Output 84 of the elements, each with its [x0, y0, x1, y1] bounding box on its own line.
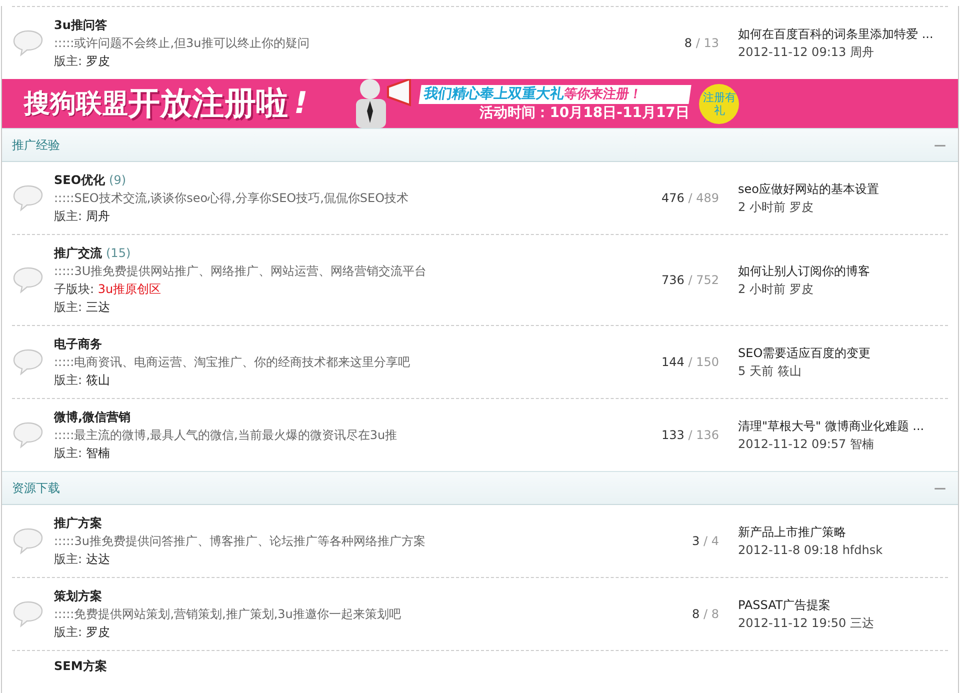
- post-total: 150: [696, 355, 719, 369]
- forum-description: :::::电商资讯、电商运营、淘宝推广、你的经商技术都来这里分享吧: [54, 354, 412, 371]
- moderator-link[interactable]: 周舟: [86, 209, 110, 223]
- speech-bubble-icon: [12, 527, 44, 555]
- forum-description: :::::最主流的微博,最具人气的微信,当前最火爆的微资讯尽在3u推: [54, 427, 398, 444]
- speech-bubble-icon: [12, 600, 44, 628]
- forum-title[interactable]: 推广交流: [54, 246, 102, 260]
- stats-separator: /: [703, 534, 708, 548]
- thread-count: 8: [684, 36, 692, 50]
- moderator-label: 版主:: [54, 209, 82, 223]
- moderator-label: 版主:: [54, 552, 82, 566]
- post-total: 489: [696, 191, 719, 205]
- forum-description: :::::免费提供网站策划,营销策划,推广策划,3u推邀你一起来策划吧: [54, 606, 402, 623]
- forum-title[interactable]: 电子商务: [54, 337, 102, 351]
- subforum-label: 子版块:: [54, 282, 94, 296]
- stats-separator: /: [703, 607, 708, 621]
- thread-count: 736: [661, 273, 684, 287]
- banner-exclamation: !: [294, 86, 308, 121]
- last-post-link[interactable]: 如何在百度百科的词条里添加特爱 ...: [738, 27, 934, 41]
- thread-count: 8: [692, 607, 700, 621]
- banner-headline-big: 开放注册啦: [128, 82, 288, 124]
- thread-count: 476: [661, 191, 684, 205]
- moderator-link[interactable]: 达达: [86, 552, 110, 566]
- forum-description: :::::3u推免费提供问答推广、博客推广、论坛推广等各种网络推广方案: [54, 533, 426, 550]
- moderator-label: 版主:: [54, 300, 82, 314]
- forum-title[interactable]: SEO优化: [54, 173, 106, 187]
- last-post-meta: 2 小时前 罗皮: [738, 281, 814, 298]
- forum-description: :::::或许问题不会终止,但3u推可以终止你的疑问: [54, 35, 310, 52]
- moderator-label: 版主:: [54, 54, 82, 68]
- ad-banner[interactable]: 搜狗联盟开放注册啦 ! 我们精心奉上双重大礼等你来注册！ 活动时间：10月18日-11月17日 注册有礼: [2, 79, 958, 128]
- thread-count: 133: [661, 428, 684, 442]
- last-post-link[interactable]: SEO需要适应百度的变更: [738, 346, 871, 360]
- section-title[interactable]: 推广经验: [12, 136, 60, 154]
- stats-separator: /: [688, 191, 692, 205]
- last-post-meta: 2012-11-12 19:50 三达: [738, 615, 875, 632]
- section-title[interactable]: 资源下载: [12, 480, 60, 496]
- post-count: (9): [109, 173, 126, 187]
- moderator-label: 版主:: [54, 373, 82, 387]
- last-post-meta: 2012-11-12 09:57 智楠: [738, 436, 875, 453]
- forum-title[interactable]: SEM方案: [54, 659, 107, 673]
- moderator-link[interactable]: 三达: [86, 300, 110, 314]
- stats-separator: /: [688, 273, 692, 287]
- post-total: 136: [696, 428, 719, 442]
- moderator-link[interactable]: 筱山: [86, 373, 110, 387]
- speech-bubble-icon: [12, 184, 44, 212]
- moderator-link[interactable]: 罗皮: [86, 625, 110, 639]
- thread-count: 3: [692, 534, 700, 548]
- forum-title[interactable]: 推广方案: [54, 516, 102, 530]
- post-total: 752: [696, 273, 719, 287]
- moderator-label: 版主:: [54, 625, 82, 639]
- banner-headline: 搜狗联盟: [24, 88, 128, 121]
- forum-description: :::::SEO技术交流,谈谈你seo心得,分享你SEO技巧,侃侃你SEO技术: [54, 190, 410, 207]
- last-post-link[interactable]: 新产品上市推广策略: [738, 525, 846, 539]
- stats-separator: /: [688, 355, 692, 369]
- post-total: 4: [711, 534, 719, 548]
- speech-bubble-icon: [12, 421, 44, 449]
- speech-bubble-icon: [12, 29, 44, 57]
- forum-title[interactable]: 微博,微信营销: [54, 410, 131, 424]
- forum-title[interactable]: 3u推问答: [54, 18, 107, 32]
- thread-count: 144: [661, 355, 684, 369]
- banner-offer-tail: 等你来注册！: [562, 86, 643, 102]
- post-total: 13: [704, 36, 719, 50]
- moderator-label: 版主:: [54, 446, 82, 460]
- last-post-meta: 2 小时前 罗皮: [738, 199, 814, 216]
- post-count: (15): [106, 246, 131, 260]
- speech-bubble-icon: [12, 266, 44, 294]
- stats-separator: /: [688, 428, 692, 442]
- forum-title[interactable]: 策划方案: [54, 589, 102, 603]
- moderator-link[interactable]: 罗皮: [86, 54, 110, 68]
- last-post-link[interactable]: 清理"草根大号" 微博商业化难题 ...: [738, 419, 924, 433]
- last-post-meta: 2012-11-12 09:13 周舟: [738, 44, 875, 61]
- last-post-meta: 2012-11-8 09:18 hfdhsk: [738, 542, 884, 559]
- post-total: 8: [711, 607, 719, 621]
- forum-description: :::::3U推免费提供网站推广、网络推广、网站运营、网络营销交流平台: [54, 263, 428, 280]
- speech-bubble-icon: [12, 348, 44, 376]
- banner-period: 活动时间：10月18日-11月17日: [480, 104, 690, 122]
- moderator-link[interactable]: 智楠: [86, 446, 110, 460]
- stats-separator: /: [696, 36, 700, 50]
- last-post-link[interactable]: seo应做好网站的基本设置: [738, 182, 879, 196]
- subforum-link[interactable]: 3u推原创区: [98, 282, 162, 296]
- last-post-link[interactable]: PASSAT广告提案: [738, 598, 831, 612]
- last-post-meta: 5 天前 筱山: [738, 363, 802, 380]
- last-post-link[interactable]: 如何让别人订阅你的博客: [738, 264, 870, 278]
- banner-offer-text: 我们精心奉上双重大礼: [422, 86, 565, 102]
